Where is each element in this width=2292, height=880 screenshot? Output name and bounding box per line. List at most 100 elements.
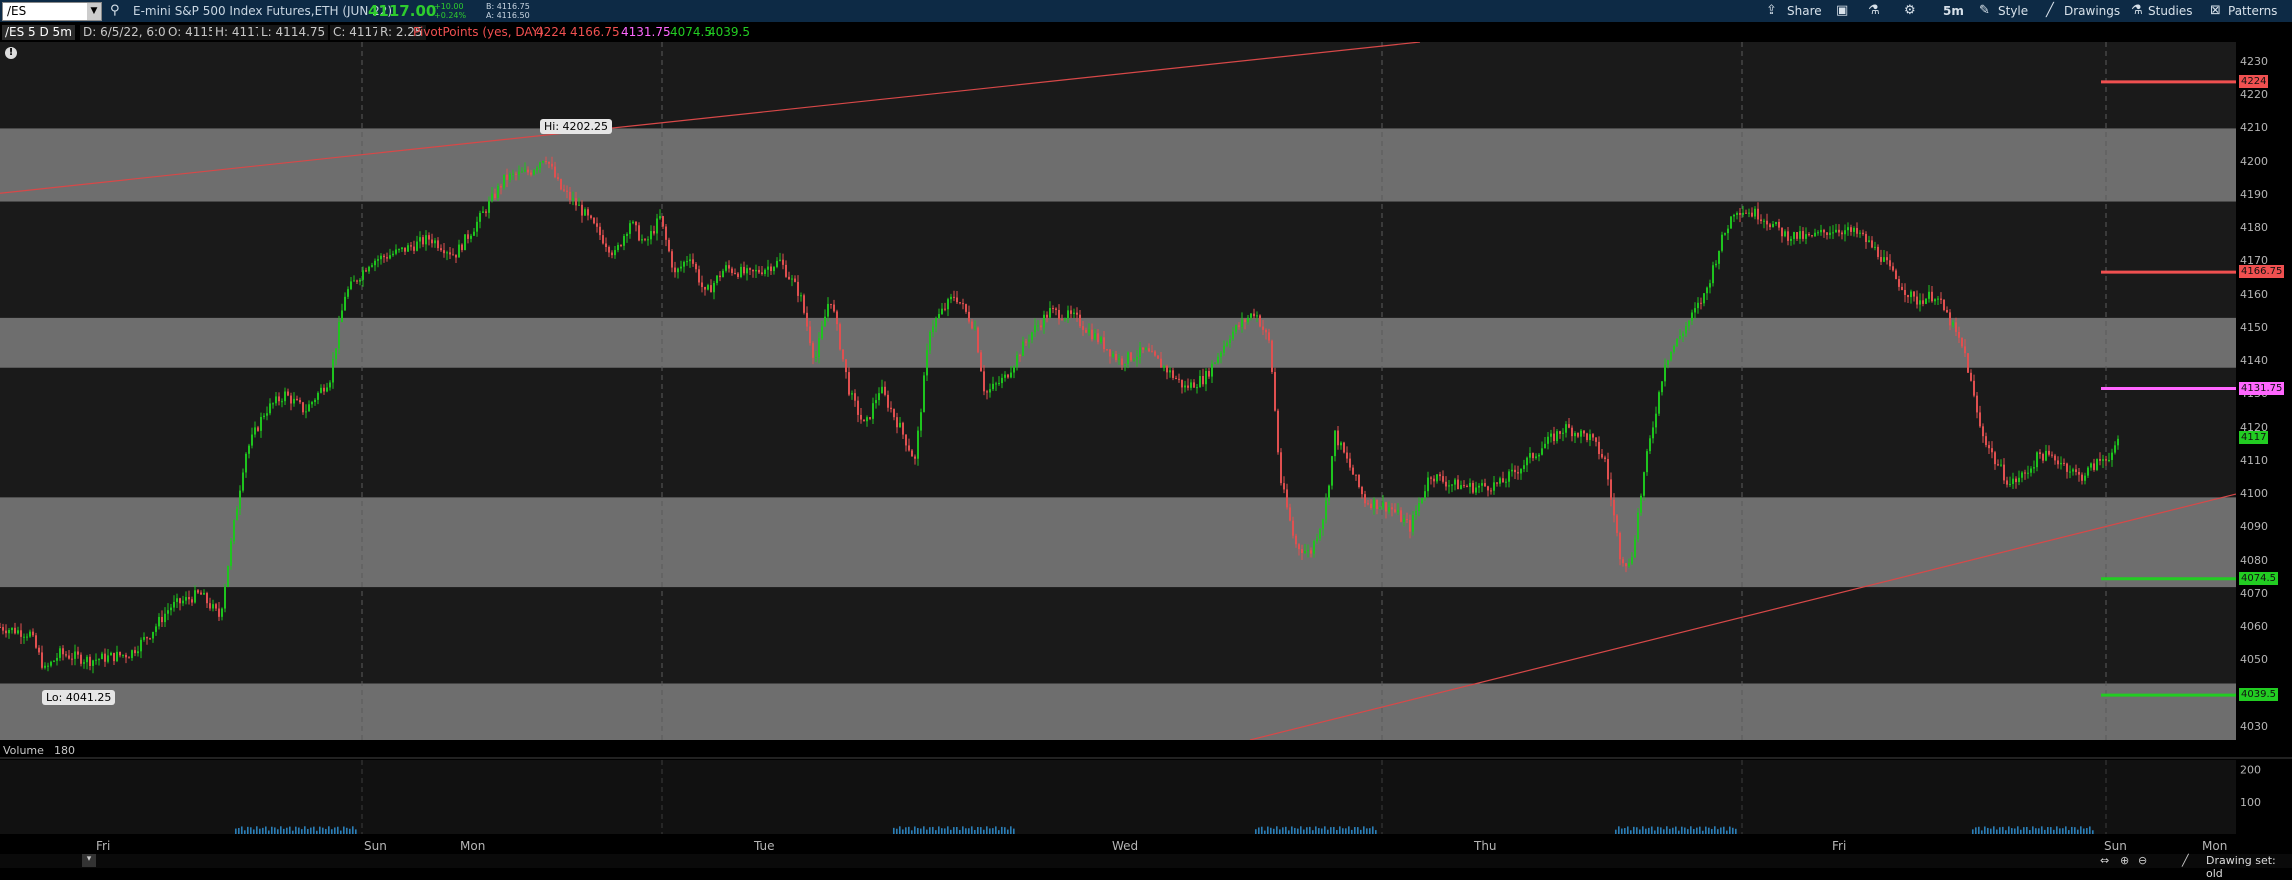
last-price-label: 4117 (2239, 430, 2269, 444)
gear-icon[interactable]: ⚙ (1904, 3, 1916, 18)
patterns-button[interactable]: Patterns (2228, 4, 2277, 18)
candle-body (599, 226, 601, 236)
snapshot-icon[interactable]: ▣ (1836, 3, 1848, 18)
candle-body (1709, 283, 1711, 288)
candle-body (1592, 434, 1594, 438)
volume-bar (337, 826, 339, 834)
candle-body (1550, 433, 1552, 437)
candle-body (272, 403, 274, 405)
price-chart[interactable] (0, 42, 2236, 740)
candle-body (74, 651, 76, 659)
candle-body (1085, 329, 1087, 333)
alert-icon[interactable]: ! (5, 47, 17, 59)
candle-body (449, 252, 451, 255)
volume-bar (334, 827, 336, 834)
volume-bar (1633, 826, 1635, 834)
candle-body (893, 409, 895, 418)
candle-body (830, 303, 832, 305)
candle-body (47, 665, 49, 667)
chevron-down-icon[interactable]: ▼ (87, 3, 101, 20)
candle-body (1097, 333, 1099, 343)
candle-body (905, 434, 907, 446)
candle-body (1139, 347, 1141, 357)
share-button[interactable]: Share (1787, 4, 1822, 18)
bid-price: B: 4116.75 (486, 2, 530, 11)
flask-icon[interactable]: ⚗ (1868, 3, 1880, 18)
volume-bar (2083, 828, 2085, 834)
candle-body (1610, 479, 1612, 500)
candle-body (1547, 436, 1549, 444)
volume-bar (1636, 827, 1638, 834)
candle-body (983, 371, 985, 392)
candle-body (470, 235, 472, 239)
candle-body (695, 263, 697, 270)
zoom-out-icon[interactable]: ⊖ (2138, 854, 2147, 867)
interval-button[interactable]: 5m (1943, 4, 1964, 18)
volume-bar (2017, 826, 2019, 834)
pan-icon[interactable]: ⇔ (2100, 854, 2109, 867)
candle-body (629, 223, 631, 234)
candle-body (257, 427, 259, 431)
candle-body (1076, 312, 1078, 315)
candle-body (155, 626, 157, 632)
menu-toggle-icon[interactable]: ▾ (82, 854, 96, 867)
patterns-icon[interactable]: ⊠ (2210, 3, 2221, 18)
candle-body (1760, 219, 1762, 222)
candle-body (1454, 479, 1456, 485)
candle-body (872, 403, 874, 419)
style-button[interactable]: Style (1998, 4, 2028, 18)
volume-tick-label: 200 (2240, 764, 2261, 777)
candle-body (2087, 467, 2089, 476)
candle-body (1640, 495, 1642, 513)
drawings-button[interactable]: Drawings (2064, 4, 2120, 18)
studies-button[interactable]: Studies (2148, 4, 2193, 18)
candle-body (146, 637, 148, 639)
candle-body (518, 171, 520, 175)
candle-body (1595, 437, 1597, 442)
style-icon[interactable]: ✎ (1979, 3, 1990, 18)
candle-body (278, 396, 280, 402)
candle-body (737, 273, 739, 277)
candle-body (662, 216, 664, 227)
candle-body (1457, 479, 1459, 490)
drawing-tool-icon[interactable]: ╱ (2182, 854, 2189, 867)
drawings-icon[interactable]: ╱ (2046, 3, 2054, 18)
zoom-in-icon[interactable]: ⊕ (2120, 854, 2129, 867)
share-icon[interactable]: ⇪ (1766, 3, 1777, 18)
volume-bar (259, 828, 261, 834)
candle-body (1295, 535, 1297, 545)
candle-body (29, 631, 31, 637)
candle-body (1706, 287, 1708, 294)
candle-body (1964, 346, 1966, 354)
candle-body (452, 254, 454, 256)
candle-body (1136, 356, 1138, 360)
volume-bar (1669, 828, 1671, 834)
volume-bar (277, 829, 279, 834)
volume-bar (1354, 827, 1356, 834)
candle-body (1337, 430, 1339, 446)
candle-body (1808, 234, 1810, 236)
candle-body (758, 269, 760, 273)
candle-body (1772, 224, 1774, 228)
candle-body (1283, 483, 1285, 490)
link-icon[interactable]: ⚲ (110, 3, 120, 18)
candle-body (950, 296, 952, 300)
candle-body (479, 212, 481, 222)
studies-icon[interactable]: ⚗ (2131, 3, 2143, 18)
candle-body (1349, 458, 1351, 468)
volume-bar (1648, 827, 1650, 834)
candle-body (2084, 475, 2086, 481)
candle-body (794, 278, 796, 282)
study-title[interactable]: PivotPoints (yes, DAY) (410, 25, 547, 40)
symbol-input[interactable]: /ES ▼ (2, 2, 102, 21)
candle-body (1682, 333, 1684, 337)
candle-body (485, 211, 487, 213)
candle-body (347, 289, 349, 297)
candle-body (1490, 490, 1492, 492)
candle-body (1661, 381, 1663, 393)
candle-body (1394, 509, 1396, 513)
candle-body (878, 393, 880, 401)
candle-body (1763, 220, 1765, 222)
candle-body (1172, 370, 1174, 378)
price-axis[interactable]: 4030404040504060407040804090410041104120… (2236, 42, 2292, 740)
